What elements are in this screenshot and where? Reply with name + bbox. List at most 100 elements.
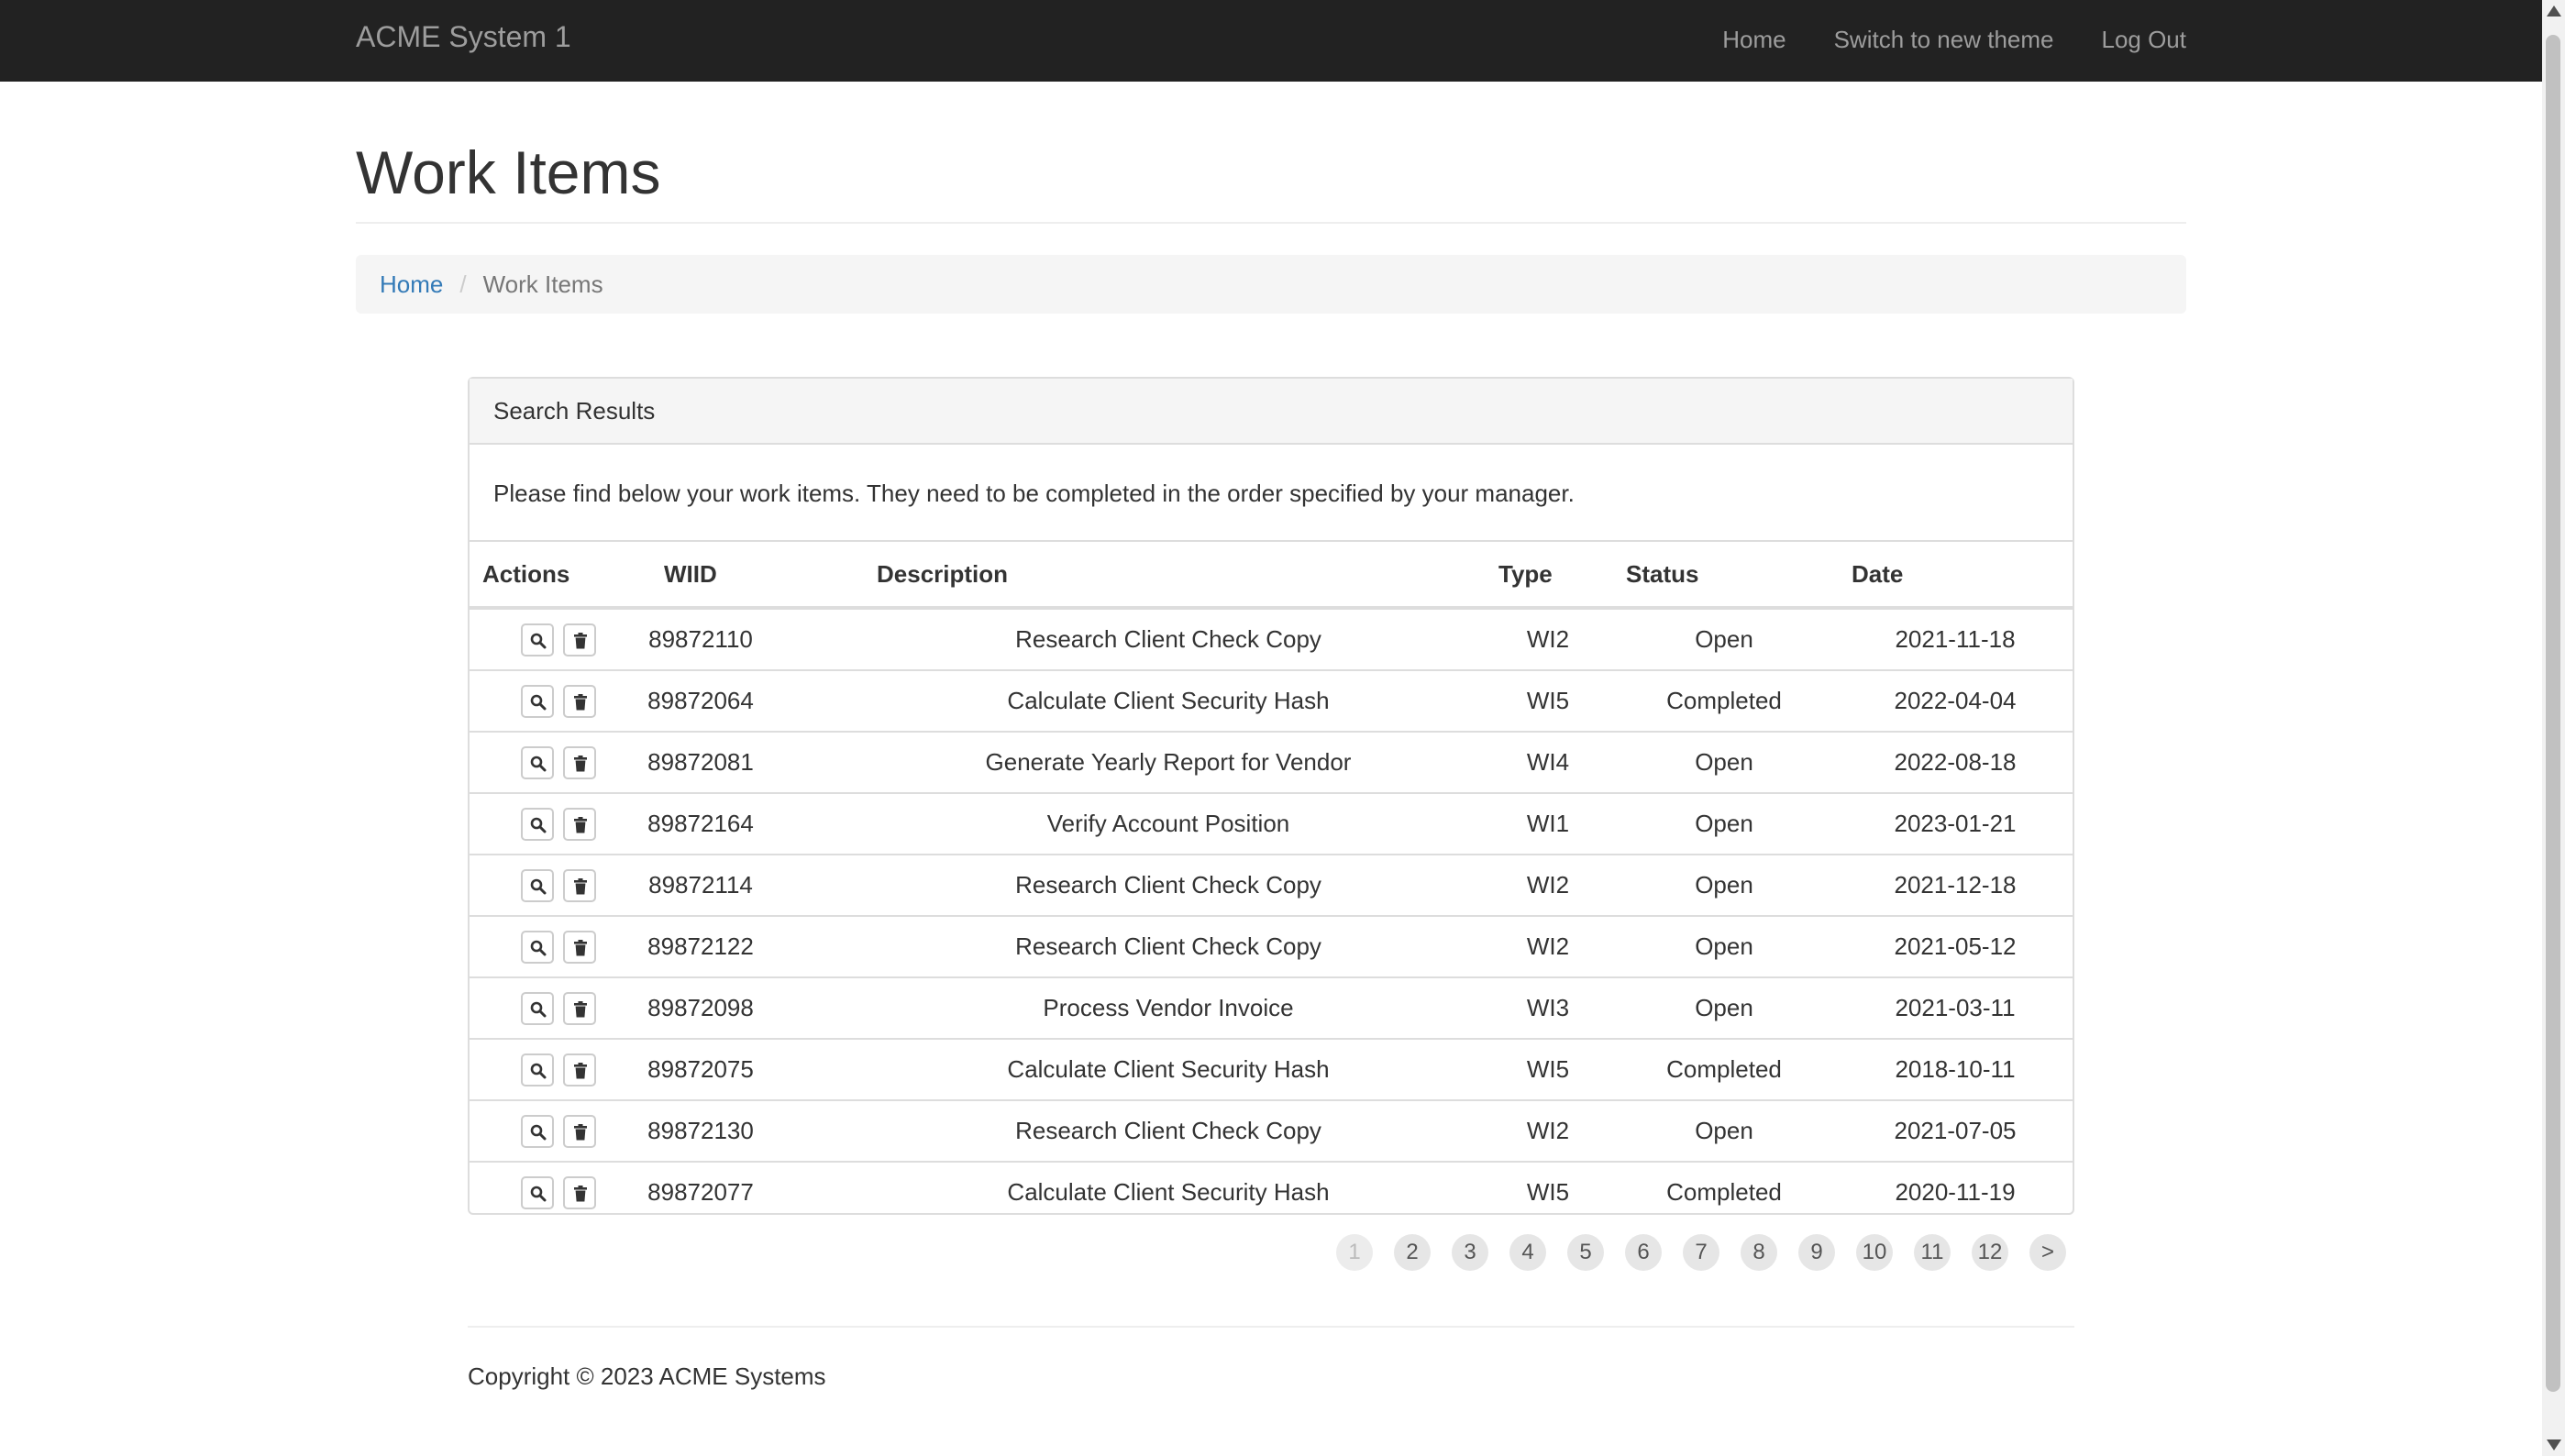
- scroll-up-arrow[interactable]: [2547, 6, 2561, 17]
- view-button[interactable]: [521, 1053, 554, 1086]
- scroll-down-arrow[interactable]: [2547, 1439, 2561, 1450]
- date-cell: 2023-01-21: [1894, 810, 2017, 837]
- page-8-button[interactable]: 8: [1741, 1234, 1777, 1271]
- type-cell: WI4: [1526, 748, 1570, 776]
- delete-button[interactable]: [563, 685, 596, 718]
- trash-icon: [574, 694, 587, 711]
- header-date: Date: [1852, 560, 1904, 588]
- date-cell: 2021-03-11: [1895, 994, 2016, 1021]
- type-cell: WI5: [1526, 687, 1570, 714]
- type-cell: WI2: [1526, 932, 1570, 960]
- search-icon: [530, 694, 547, 711]
- page-9-button[interactable]: 9: [1798, 1234, 1835, 1271]
- header-status: Status: [1626, 560, 1699, 588]
- search-icon: [530, 817, 547, 833]
- status-cell: Open: [1695, 748, 1753, 776]
- status-cell: Completed: [1666, 1178, 1782, 1206]
- table-row: 89872164 Verify Account Position WI1 Open 20…: [470, 794, 2073, 855]
- description-cell: Calculate Client Security Hash: [1007, 1178, 1330, 1206]
- view-button[interactable]: [521, 931, 554, 964]
- description-cell: Calculate Client Security Hash: [1007, 1055, 1330, 1083]
- delete-button[interactable]: [563, 623, 596, 656]
- wiid-cell: 89872098: [647, 994, 754, 1021]
- nav-logout-link[interactable]: Log Out: [2101, 26, 2186, 54]
- description-cell: Verify Account Position: [1046, 810, 1290, 837]
- search-icon: [530, 940, 547, 956]
- type-cell: WI3: [1526, 994, 1570, 1021]
- delete-button[interactable]: [563, 931, 596, 964]
- trash-icon: [574, 1001, 587, 1018]
- scroll-thumb[interactable]: [2546, 35, 2560, 1392]
- wiid-cell: 89872114: [648, 871, 753, 899]
- page-title: Work Items: [356, 138, 661, 206]
- nav-switch-theme-link[interactable]: Switch to new theme: [1834, 26, 2054, 54]
- wiid-cell: 89872130: [647, 1117, 754, 1144]
- delete-button[interactable]: [563, 1176, 596, 1209]
- page-12-button[interactable]: 12: [1972, 1234, 2008, 1271]
- search-icon: [530, 1063, 547, 1079]
- page-next-button[interactable]: >: [2029, 1234, 2066, 1271]
- wiid-cell: 89872077: [647, 1178, 754, 1206]
- date-cell: 2021-07-05: [1894, 1117, 2017, 1144]
- delete-button[interactable]: [563, 992, 596, 1025]
- panel-heading: Search Results: [470, 379, 2073, 445]
- table-row: 89872081 Generate Yearly Report for Vendo…: [470, 733, 2073, 794]
- page-4-button[interactable]: 4: [1509, 1234, 1546, 1271]
- page-2-button[interactable]: 2: [1394, 1234, 1431, 1271]
- breadcrumb: Home / Work Items: [356, 255, 2186, 314]
- page-10-button[interactable]: 10: [1856, 1234, 1893, 1271]
- view-button[interactable]: [521, 1115, 554, 1148]
- search-results-panel: Search Results Please find below your wo…: [468, 377, 2074, 1215]
- nav-home-link[interactable]: Home: [1722, 26, 1786, 54]
- type-cell: WI2: [1526, 871, 1570, 899]
- table-row: 89872098 Process Vendor Invoice WI3 Open 202…: [470, 978, 2073, 1040]
- page-6-button[interactable]: 6: [1625, 1234, 1662, 1271]
- navbar: ACME System 1 Home Switch to new theme L…: [0, 0, 2542, 82]
- delete-button[interactable]: [563, 1115, 596, 1148]
- nav-links: Home Switch to new theme Log Out: [1722, 26, 2186, 54]
- view-button[interactable]: [521, 685, 554, 718]
- breadcrumb-current: Work Items: [482, 270, 603, 298]
- delete-button[interactable]: [563, 869, 596, 902]
- header-type: Type: [1498, 560, 1553, 588]
- trash-icon: [574, 1063, 587, 1079]
- view-button[interactable]: [521, 869, 554, 902]
- wiid-cell: 89872110: [648, 625, 753, 653]
- trash-icon: [574, 756, 587, 772]
- delete-button[interactable]: [563, 1053, 596, 1086]
- description-cell: Research Client Check Copy: [1015, 932, 1321, 960]
- wiid-cell: 89872064: [647, 687, 754, 714]
- trash-icon: [574, 633, 587, 649]
- search-icon: [530, 633, 547, 649]
- date-cell: 2022-04-04: [1894, 687, 2017, 714]
- view-button[interactable]: [521, 1176, 554, 1209]
- view-button[interactable]: [521, 808, 554, 841]
- view-button[interactable]: [521, 992, 554, 1025]
- page-1-button[interactable]: 1: [1336, 1234, 1373, 1271]
- brand[interactable]: ACME System 1: [356, 20, 571, 54]
- date-cell: 2020-11-19: [1895, 1178, 2016, 1206]
- search-icon: [530, 756, 547, 772]
- search-icon: [530, 1186, 547, 1202]
- page-3-button[interactable]: 3: [1452, 1234, 1488, 1271]
- header-description: Description: [877, 560, 1009, 588]
- status-cell: Open: [1695, 810, 1753, 837]
- trash-icon: [574, 817, 587, 833]
- table-row: 89872075 Calculate Client Security Hash WI…: [470, 1040, 2073, 1101]
- breadcrumb-home-link[interactable]: Home: [380, 270, 443, 299]
- view-button[interactable]: [521, 623, 554, 656]
- footer-divider: [468, 1326, 2074, 1328]
- date-cell: 2021-11-18: [1895, 625, 2016, 653]
- view-button[interactable]: [521, 746, 554, 779]
- delete-button[interactable]: [563, 746, 596, 779]
- delete-button[interactable]: [563, 808, 596, 841]
- description-cell: Calculate Client Security Hash: [1007, 687, 1330, 714]
- date-cell: 2022-08-18: [1894, 748, 2017, 776]
- scrollbar[interactable]: [2542, 0, 2565, 1456]
- page-7-button[interactable]: 7: [1683, 1234, 1719, 1271]
- page-11-button[interactable]: 11: [1914, 1234, 1951, 1271]
- type-cell: WI2: [1526, 1117, 1570, 1144]
- page-5-button[interactable]: 5: [1567, 1234, 1604, 1271]
- date-cell: 2021-12-18: [1894, 871, 2017, 899]
- status-cell: Open: [1695, 932, 1753, 960]
